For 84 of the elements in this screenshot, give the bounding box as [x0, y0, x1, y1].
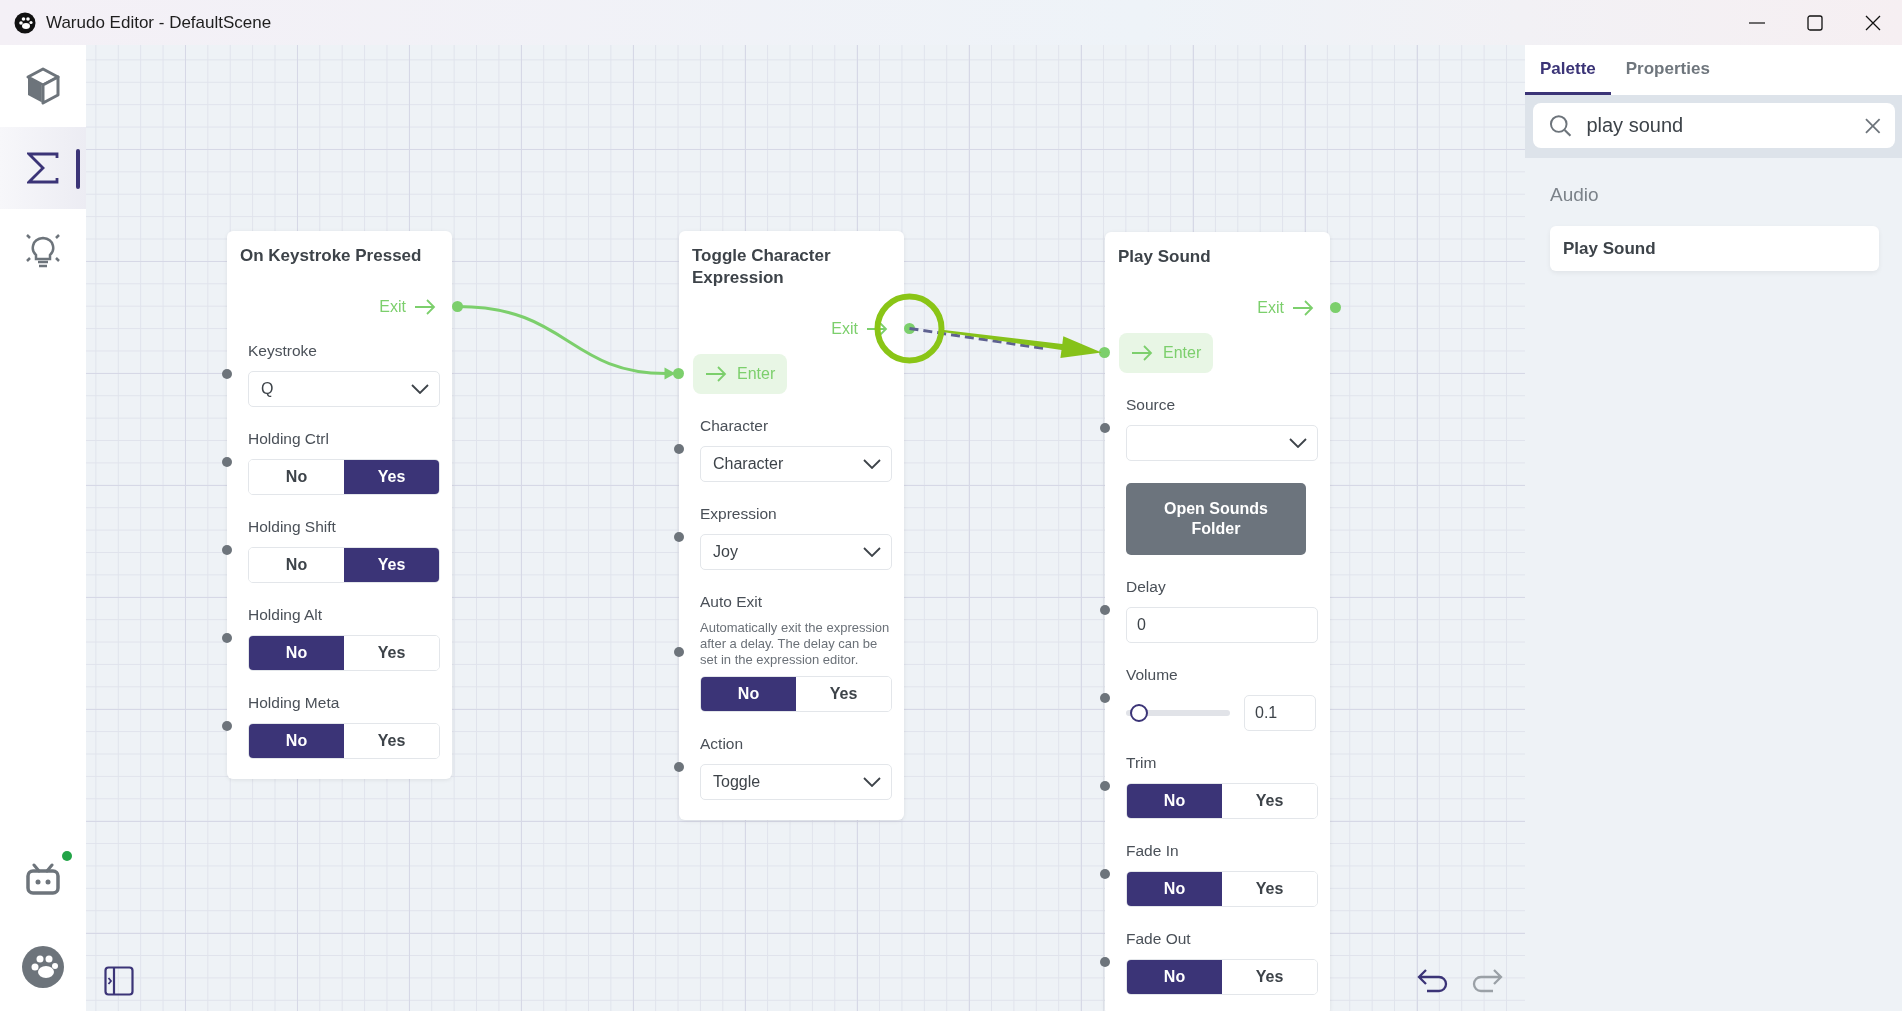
dropdown[interactable]: Toggle: [700, 764, 892, 800]
field-label: Holding Ctrl: [248, 429, 330, 449]
field-label: Holding Alt: [248, 605, 324, 625]
paw-logo-icon: [21, 945, 65, 989]
exit-port-label: Exit: [831, 320, 858, 338]
sidebar-item[interactable]: [0, 127, 86, 209]
clear-icon[interactable]: [1865, 117, 1881, 134]
toggle-option[interactable]: No: [1127, 960, 1222, 994]
field-label: Action: [700, 734, 745, 754]
input-port[interactable]: [674, 444, 684, 454]
field-label: Character: [700, 416, 770, 436]
paw-logo-icon: [14, 11, 36, 34]
exit-port-label: Exit: [1257, 299, 1284, 317]
arrow-right-icon: [1131, 345, 1153, 361]
dropdown[interactable]: Q: [248, 371, 440, 407]
robot-tv-icon: [26, 863, 60, 895]
search-icon: [1549, 113, 1573, 138]
chevron-down-icon: [863, 459, 881, 469]
input-port[interactable]: [1100, 781, 1110, 791]
field-label: Delay: [1126, 577, 1167, 597]
input-port[interactable]: [1100, 957, 1110, 967]
field-label: Trim: [1126, 753, 1158, 773]
input-port[interactable]: [222, 633, 232, 643]
toggle-option[interactable]: No: [1127, 872, 1222, 906]
chevron-down-icon: [863, 547, 881, 557]
field-label: Holding Meta: [248, 693, 341, 713]
field-label: Source: [1126, 395, 1177, 415]
chevron-down-icon: [411, 384, 429, 394]
close-icon[interactable]: [1865, 14, 1881, 31]
chevron-down-icon: [1289, 438, 1307, 448]
chevron-down-icon: [863, 777, 881, 787]
input-port[interactable]: [1100, 693, 1110, 703]
lightbulb-icon: [25, 231, 61, 269]
input-port[interactable]: [673, 368, 684, 379]
exit-port-label: Exit: [379, 298, 406, 316]
input-port[interactable]: [674, 647, 684, 657]
field-label: Holding Shift: [248, 517, 337, 537]
arrow-right-icon: [414, 299, 436, 315]
arrow-right-icon: [1292, 300, 1314, 316]
field-label: Fade Out: [1126, 929, 1192, 949]
dropdown[interactable]: Joy: [700, 534, 892, 570]
field-label: Volume: [1126, 665, 1179, 685]
toggle-option[interactable]: Yes: [344, 460, 439, 494]
sigma-icon: [27, 152, 59, 184]
field-label: Fade In: [1126, 841, 1180, 861]
open-folder-button[interactable]: Open Sounds Folder: [1126, 483, 1306, 555]
field-description: Automatically exit the expression after a delay. The delay can be set in the expression editor.: [700, 620, 891, 668]
input-port[interactable]: [1100, 869, 1110, 879]
field-label: Expression: [700, 504, 778, 524]
input-port[interactable]: [674, 532, 684, 542]
node-title: Toggle Character Expression: [692, 245, 832, 289]
field-label: Auto Exit: [700, 592, 764, 612]
input-field[interactable]: 0.1: [1244, 695, 1316, 731]
search-field[interactable]: play sound: [1533, 103, 1895, 148]
toggle-option[interactable]: No: [249, 724, 344, 758]
palette-item[interactable]: Play Sound: [1550, 226, 1879, 271]
highlight-circle: [874, 293, 945, 364]
slider[interactable]: [1126, 703, 1230, 723]
toggle-option[interactable]: No: [701, 677, 796, 711]
input-port[interactable]: [222, 721, 232, 731]
input-port[interactable]: [222, 457, 232, 467]
input-port[interactable]: [674, 762, 684, 772]
toggle-option[interactable]: No: [1127, 784, 1222, 818]
arrow-right-icon: [705, 366, 727, 382]
group-heading: Audio: [1550, 184, 1600, 206]
node-title: On Keystroke Pressed: [240, 245, 423, 267]
toggle-option[interactable]: No: [249, 636, 344, 670]
minimize-icon[interactable]: [1749, 21, 1765, 24]
arrow-right-icon: [866, 321, 888, 337]
node-title: Play Sound: [1118, 246, 1212, 268]
cube-icon: [25, 67, 61, 105]
output-port[interactable]: [904, 323, 915, 334]
input-port[interactable]: [1100, 423, 1110, 433]
input-field[interactable]: 0: [1126, 607, 1318, 643]
toggle-option[interactable]: Yes: [344, 548, 439, 582]
window-title: Warudo Editor - DefaultScene: [46, 12, 273, 33]
panel-tab[interactable]: Properties: [1610, 45, 1725, 95]
input-port[interactable]: [1100, 605, 1110, 615]
input-port[interactable]: [1099, 347, 1110, 358]
dropdown[interactable]: Character: [700, 446, 892, 482]
maximize-icon[interactable]: [1807, 14, 1823, 31]
input-port[interactable]: [222, 369, 232, 379]
input-port[interactable]: [222, 545, 232, 555]
field-label: Keystroke: [248, 341, 318, 361]
